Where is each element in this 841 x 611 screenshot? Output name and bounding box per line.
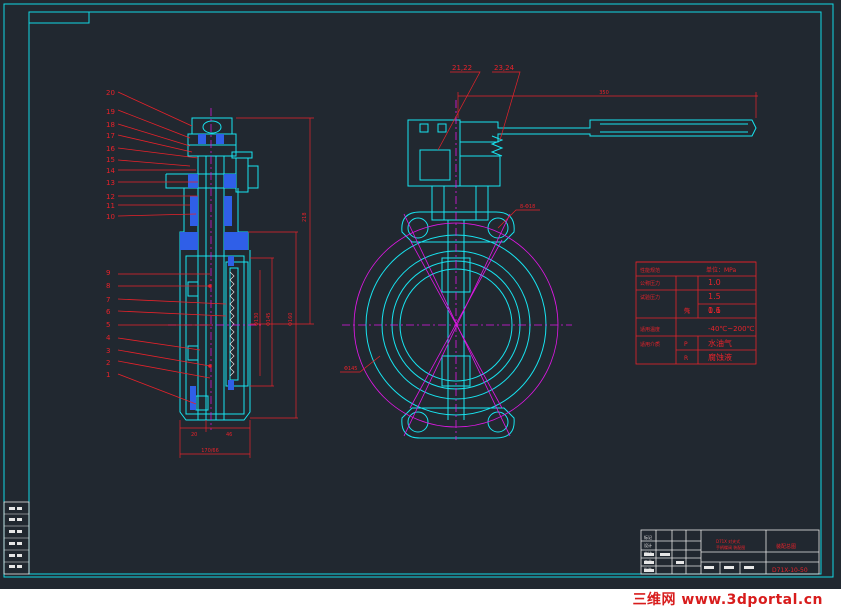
part-number-label: 5 <box>106 321 110 329</box>
watermark-text: 三维网 www.3dportal.cn <box>632 592 823 608</box>
front-view <box>365 119 757 439</box>
spec-row-label: 试验压力 <box>640 294 660 301</box>
spec-row-value: 1.0 <box>708 278 721 287</box>
watermark-bar: 三维网 www.3dportal.cn <box>0 589 841 611</box>
part-number-label: 8 <box>106 282 110 290</box>
spec-header-left: 性能规范 <box>640 267 660 274</box>
dimension-label: 8-Φ18 <box>520 204 535 210</box>
part-number-label: 21,22 <box>452 64 472 72</box>
title-drawing-code: D71X-10-50 <box>772 567 808 574</box>
part-number-label: 19 <box>106 108 115 116</box>
part-number-label: 10 <box>106 213 115 221</box>
part-number-label: 16 <box>106 145 115 153</box>
part-number-label: 23,24 <box>494 64 515 72</box>
spec-row-label: 公称压力 <box>640 280 660 287</box>
part-number-label: 17 <box>106 132 115 140</box>
outer-frame <box>3 3 834 578</box>
title-row-label: 设计 <box>644 542 652 548</box>
assembly-drawing-svg: 20 19 18 17 16 15 14 13 1211 10 9 8 7 6 5 4 3 2 1 21,22 23,2… <box>3 3 834 578</box>
part-number-label: 14 <box>106 167 115 175</box>
seat-zigzag <box>229 271 235 377</box>
part-number-label: 6 <box>106 308 111 316</box>
spec-row-sub: R <box>684 355 688 362</box>
spec-row-label: 适用温度 <box>640 326 660 333</box>
part-number-label: 11 <box>106 202 115 210</box>
part-number-label: 18 <box>106 121 115 129</box>
spec-row-value: 水油气 <box>708 338 732 348</box>
title-company-a: D71X 对夹式 <box>716 538 740 544</box>
part-number-label: 4 <box>106 334 111 342</box>
cad-drawing-canvas: 20 19 18 17 16 15 14 13 12 11 10 9 8 7 6 5 4 3 2 1 21,22 23,2… <box>0 0 841 611</box>
spec-header-right: 单位：MPa <box>706 266 737 274</box>
title-row-label: 工艺 <box>644 559 652 564</box>
spec-table-grid <box>635 261 757 365</box>
spec-row-label: 适用介质 <box>640 341 660 348</box>
part-number-label: 13 <box>106 179 115 187</box>
dimension-label: Φ145 <box>344 366 357 372</box>
title-row-label: 批准 <box>644 566 652 572</box>
dimension-label: Φ145 <box>266 313 272 326</box>
dimension-label: Φ160 <box>288 313 294 326</box>
dimension-label: 350 <box>599 90 609 96</box>
title-block-fills <box>644 553 754 572</box>
part-number-label: 12 <box>106 193 115 201</box>
side-strip-cells <box>9 507 22 568</box>
dimension-label: Φ130 <box>254 313 260 326</box>
part-number-label: 1 <box>106 371 110 379</box>
dimension-label: 170/66 <box>201 448 219 454</box>
part-number-label: 7 <box>106 296 110 304</box>
title-row-label: 审核 <box>644 550 652 556</box>
spec-row-sub: 气 <box>684 307 690 315</box>
spec-row-value: 腐蚀液 <box>708 352 732 362</box>
title-company-b: 手柄蝶阀 装配图 <box>716 544 745 550</box>
dimension-label: 20 <box>191 432 197 438</box>
dimension-label: 218 <box>302 212 308 222</box>
spec-row-value: 0.6 <box>708 306 721 315</box>
title-drawing-name: 装配总图 <box>776 543 796 550</box>
part-number-label: 15 <box>106 156 115 164</box>
dim-lines-left <box>179 117 314 458</box>
part-number-label: 2 <box>106 359 110 367</box>
part-leaders <box>117 91 227 405</box>
spec-row-value: 1.5 <box>708 292 721 301</box>
part-number-label: 9 <box>106 269 110 277</box>
tag-box-top-left <box>28 11 90 24</box>
spec-row-sub: P <box>684 341 688 348</box>
part-number-label: 20 <box>106 89 115 97</box>
title-row-label: 标记 <box>644 534 652 540</box>
dimension-label: 46 <box>226 432 232 438</box>
part-number-label: 3 <box>106 347 110 355</box>
section-view <box>165 117 259 421</box>
spec-row-value: -40℃~200℃ <box>708 325 755 333</box>
